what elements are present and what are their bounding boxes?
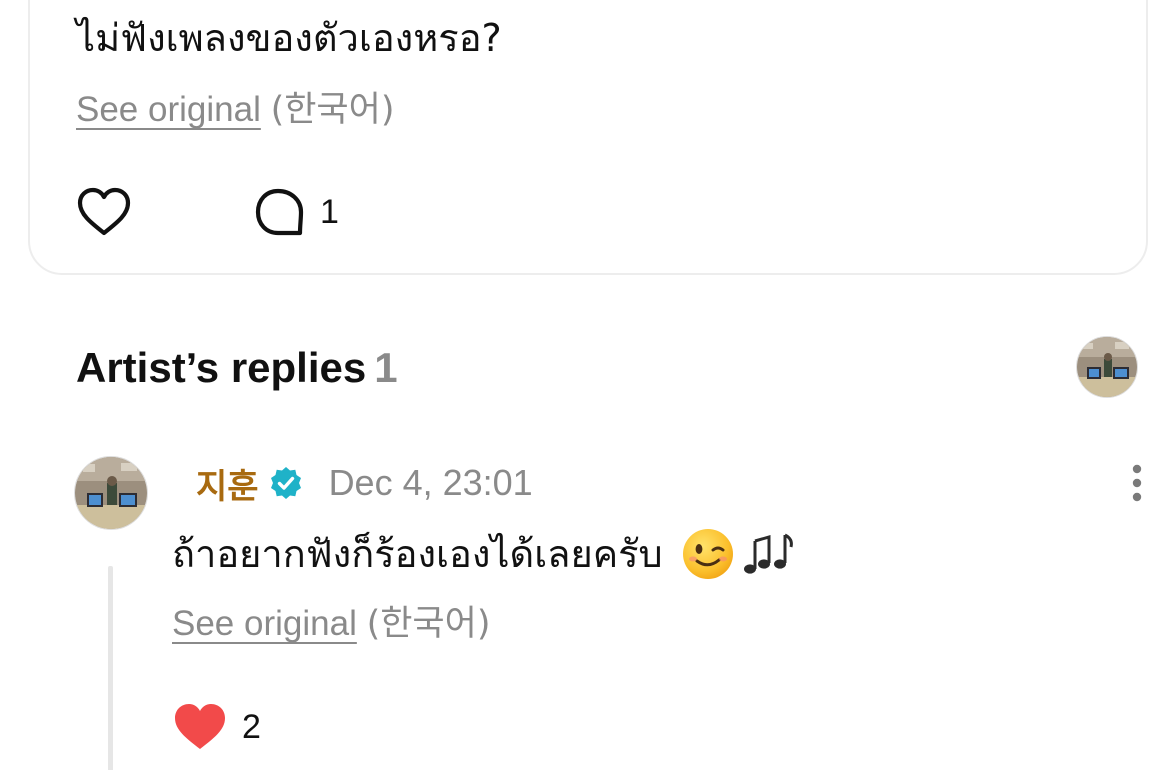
post-comment-button[interactable]: 1 [254,186,339,238]
post-see-original-link[interactable]: See original [76,90,261,129]
reply-header: 지훈 Dec 4, 23:01 [196,459,533,508]
heart-outline-icon [77,187,131,236]
reply-author-avatar[interactable] [74,456,148,530]
post-comment-count: 1 [320,192,339,231]
reply-date: Dec 4, 23:01 [328,462,533,503]
artist-photo-icon [75,457,147,529]
post-text: ไม่ฟังเพลงของตัวเองหรอ? [76,16,502,60]
screen: ไม่ฟังเพลงของตัวเองหรอ? See original (한국… [0,0,1176,770]
reply-like-count: 2 [242,707,261,746]
artist-avatar-small[interactable] [1076,336,1138,398]
heart-filled-icon [175,704,225,749]
music-notes-emoji [743,533,793,574]
post-like-button[interactable] [76,184,132,240]
artist-replies-title: Artist’s replies [76,344,367,391]
post-see-original: See original (한국어) [76,88,395,132]
verified-badge-icon [270,467,301,499]
reply-text: ถ้าอยากฟังก็ร้องเองได้เลยครับ [172,532,663,576]
winking-face-emoji [682,529,733,579]
artist-replies-heading: Artist’s replies 1 [76,344,398,392]
reply-thread-line [108,566,113,770]
reply-like-button[interactable]: 2 [172,700,261,754]
comment-bubble-icon [255,188,304,236]
post-original-language: (한국어) [270,90,395,130]
artist-replies-count: 1 [374,344,398,391]
reply-original-language: (한국어) [366,604,491,644]
artist-photo-icon [1077,337,1137,397]
more-vertical-icon [1132,464,1142,502]
reply-text-row: ถ้าอยากฟังก็ร้องเองได้เลยครับ [172,526,797,582]
reply-see-original: See original (한국어) [172,602,491,646]
reply-author-name[interactable]: 지훈 [196,459,259,508]
reply-more-options-button[interactable] [1124,462,1150,504]
reply-see-original-link[interactable]: See original [172,604,357,643]
